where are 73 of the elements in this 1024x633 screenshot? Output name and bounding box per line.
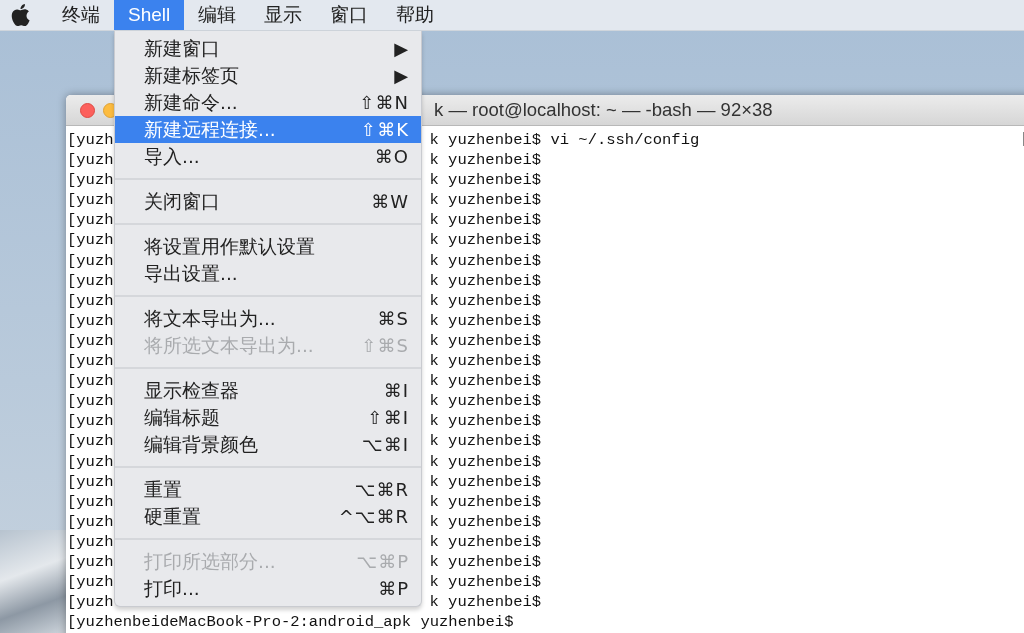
terminal-text: [yuzh xyxy=(67,150,114,171)
terminal-text: [yuzh xyxy=(67,170,114,191)
terminal-text: [yuzh xyxy=(67,210,114,231)
terminal-text: k yuzhenbei$ xyxy=(429,572,542,593)
terminal-text: [yuzh xyxy=(67,351,114,372)
terminal-text: [yuzh xyxy=(67,130,114,151)
terminal-text: [yuzh xyxy=(67,330,114,352)
menu-item[interactable]: 新建命令... ⇧⌘N xyxy=(115,89,421,116)
terminal-text: [yuzh xyxy=(67,371,114,392)
terminal-text: [yuzh xyxy=(67,451,114,472)
terminal-text: [yuzh xyxy=(67,391,114,412)
menu-item[interactable]: 将设置用作默认设置 xyxy=(115,233,421,260)
terminal-text: k yuzhenbei$ xyxy=(429,592,542,613)
terminal-text: [yuzh xyxy=(67,592,114,613)
terminal-text: k yuzhenbei$ xyxy=(429,290,542,311)
menu-item[interactable]: 硬重置 ^⌥⌘R xyxy=(115,503,421,530)
terminal-text: [yuzh xyxy=(67,491,114,512)
terminal-text: k yuzhenbei$ xyxy=(429,391,542,412)
terminal-text: [yuzh xyxy=(67,431,114,452)
terminal-text: k yuzhenbei$ xyxy=(429,531,542,552)
terminal-text: k yuzhenbei$ xyxy=(429,371,542,392)
terminal-text: k yuzhenbei$ xyxy=(429,491,542,512)
terminal-text: [yuzh xyxy=(67,230,114,251)
terminal-text: k yuzhenbei$ xyxy=(429,170,542,191)
terminal-text: k yuzhenbei$ xyxy=(429,330,542,352)
terminal-text: k yuzhenbei$ xyxy=(429,190,542,211)
menu-bar-item[interactable]: 显示 xyxy=(250,0,317,30)
menu-item[interactable]: 导入... ⌘O xyxy=(115,143,421,170)
menu-item[interactable]: 导出设置... xyxy=(115,260,421,287)
terminal-text: k yuzhenbei$ xyxy=(429,511,542,532)
menu-item[interactable]: 关闭窗口 ⌘W xyxy=(115,188,421,215)
terminal-text: k yuzhenbei$ xyxy=(429,210,542,231)
menu-item[interactable]: 将文本导出为... ⌘S xyxy=(115,305,421,332)
menu-bar-item[interactable]: 编辑 xyxy=(184,0,251,30)
terminal-text: [yuzh xyxy=(67,310,114,331)
terminal-text: k yuzhenbei$ xyxy=(429,451,542,472)
terminal-text: k yuzhenbei$ xyxy=(429,411,542,432)
menu-item[interactable]: 重置 ⌥⌘R xyxy=(115,476,421,503)
menu-item[interactable]: 新建窗口 ▶ xyxy=(115,35,421,62)
terminal-text: k yuzhenbei$ xyxy=(429,551,542,573)
terminal-text: k yuzhenbei$ xyxy=(429,230,542,251)
menu-item[interactable]: 新建远程连接... ⇧⌘K xyxy=(115,116,421,143)
terminal-text: k yuzhenbei$ xyxy=(429,250,542,271)
menu-item[interactable]: 显示检查器 ⌘I xyxy=(115,377,421,404)
menu-item[interactable]: 打印... ⌘P xyxy=(115,575,421,602)
terminal-text: k yuzhenbei$ xyxy=(429,310,542,331)
terminal-text: [yuzh xyxy=(67,471,114,492)
menu-item[interactable]: 编辑背景颜色 ⌥⌘I xyxy=(115,431,421,458)
terminal-text: k yuzhenbei$ xyxy=(429,270,542,291)
terminal-text: k yuzhenbei$ xyxy=(429,431,542,452)
menu-bar-item[interactable]: 帮助 xyxy=(382,0,449,30)
terminal-text: [yuzh xyxy=(67,190,114,211)
apple-logo-icon[interactable] xyxy=(10,3,30,27)
terminal-text: k yuzhenbei$ xyxy=(429,150,542,171)
terminal-text: [yuzh xyxy=(67,270,114,291)
terminal-text: [yuzh xyxy=(67,531,114,552)
terminal-text: [yuzh xyxy=(67,511,114,532)
terminal-text: k yuzhenbei$ xyxy=(429,471,542,492)
window-title: k — root@localhost: ~ — -bash — 92×38 xyxy=(434,99,773,121)
terminal-text: [yuzh xyxy=(67,290,114,311)
menu-item[interactable]: 新建标签页 ▶ xyxy=(115,62,421,89)
menu-bar-item[interactable]: 窗口 xyxy=(316,0,383,30)
menu-item[interactable]: 编辑标题 ⇧⌘I xyxy=(115,404,421,431)
menu-bar-item[interactable]: Shell xyxy=(114,0,185,30)
terminal-text: k yuzhenbei$ xyxy=(429,351,542,372)
terminal-text: [yuzh xyxy=(67,572,114,593)
terminal-text: [yuzhenbeideMacBook-Pro-2:android_apk yuzhenbei$ xyxy=(67,612,514,633)
terminal-text: [yuzh xyxy=(67,411,114,432)
menu-bar-item[interactable]: 终端 xyxy=(48,0,114,30)
terminal-text: [yuzh xyxy=(67,250,114,271)
close-button[interactable] xyxy=(80,102,95,118)
terminal-text: [yuzh xyxy=(67,551,114,573)
terminal-text: k yuzhenbei$ vi ~/.ssh/config xyxy=(429,130,700,151)
